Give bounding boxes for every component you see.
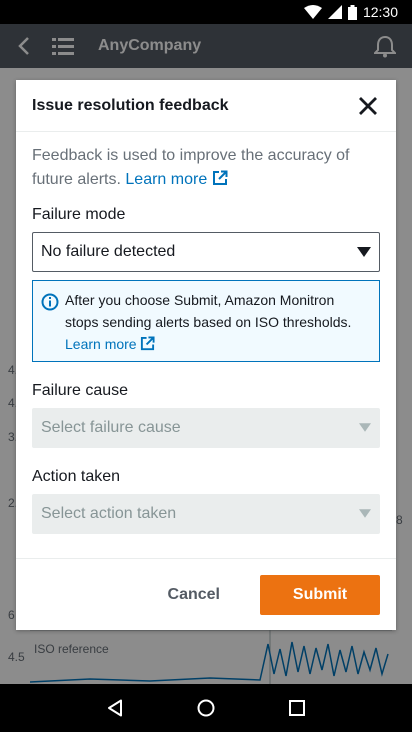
modal-footer: Cancel Submit <box>16 558 396 630</box>
feedback-modal: Issue resolution feedback Feedback is us… <box>16 80 396 630</box>
action-taken-label: Action taken <box>32 468 121 485</box>
info-banner-text: After you choose Submit, Amazon Monitron… <box>65 292 352 330</box>
submit-button[interactable]: Submit <box>260 574 380 615</box>
battery-icon <box>347 4 357 20</box>
wifi-icon <box>303 5 322 19</box>
info-banner-text-block: After you choose Submit, Amazon Monitron… <box>65 289 369 353</box>
failure-mode-value: No failure detected <box>41 243 176 260</box>
info-icon <box>41 293 59 311</box>
modal-body: Feedback is used to improve the accuracy… <box>16 132 396 534</box>
external-link-icon <box>212 170 228 185</box>
external-link-icon <box>141 336 156 351</box>
status-bar: 12:30 <box>0 0 412 24</box>
dropdown-caret-icon <box>359 509 371 518</box>
dropdown-caret-icon <box>359 423 371 432</box>
modal-title: Issue resolution feedback <box>32 96 229 114</box>
failure-mode-select[interactable]: No failure detected <box>32 232 380 272</box>
failure-mode-label: Failure mode <box>32 206 126 223</box>
info-banner: After you choose Submit, Amazon Monitron… <box>32 280 380 362</box>
modal-description: Feedback is used to improve the accuracy… <box>32 144 380 192</box>
modal-header: Issue resolution feedback <box>16 80 396 132</box>
info-learn-more-label: Learn more <box>65 336 137 352</box>
cancel-button[interactable]: Cancel <box>144 576 244 614</box>
action-taken-select[interactable]: Select action taken <box>32 494 380 534</box>
close-icon[interactable] <box>356 94 380 118</box>
failure-cause-label: Failure cause <box>32 382 129 399</box>
info-learn-more-link[interactable]: Learn more <box>65 336 156 352</box>
system-nav-bar <box>0 684 412 732</box>
failure-cause-placeholder: Select failure cause <box>41 419 181 436</box>
signal-icon <box>327 5 342 19</box>
action-taken-placeholder: Select action taken <box>41 505 177 522</box>
learn-more-link[interactable]: Learn more <box>125 170 228 188</box>
learn-more-label: Learn more <box>125 171 208 188</box>
nav-recents-icon[interactable] <box>289 700 305 716</box>
app-screen: AnyCompany 4. 4. 3. 2. 6 4.5 8 ISO refer… <box>0 24 412 684</box>
dropdown-caret-icon <box>357 247 371 257</box>
failure-cause-select[interactable]: Select failure cause <box>32 408 380 448</box>
nav-home-icon[interactable] <box>197 699 215 717</box>
status-time: 12:30 <box>362 4 398 20</box>
nav-back-icon[interactable] <box>107 699 123 717</box>
